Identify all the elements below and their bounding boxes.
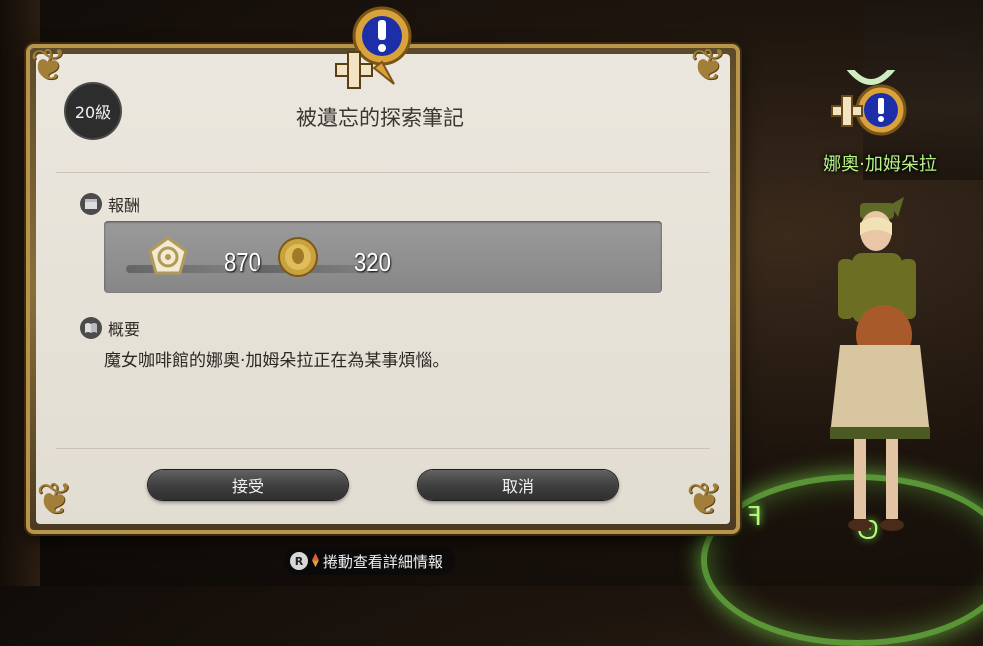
cancel-button[interactable]: 取消 xyxy=(418,470,618,500)
reward-gil[interactable]: 320 xyxy=(256,235,391,279)
gil-coin-icon xyxy=(278,237,318,277)
summary-heading: 概要 xyxy=(108,320,141,339)
frame-ornament-bottom-right: ❦ xyxy=(686,474,723,525)
summary-section-header: 概要 xyxy=(80,316,140,340)
frame-ornament-top-left: ❦ xyxy=(30,40,67,91)
divider xyxy=(56,172,710,173)
quest-level-badge: 20級 xyxy=(66,84,120,138)
rewards-panel: 870 320 xyxy=(104,221,662,293)
up-down-arrows-icon: ▲ ▼ xyxy=(312,552,319,569)
frame-ornament-bottom-left: ❦ xyxy=(36,474,73,525)
npc-character[interactable] xyxy=(820,195,940,535)
reward-gil-value: 320 xyxy=(354,247,391,277)
reward-experience[interactable]: 870 xyxy=(126,235,261,279)
new-quest-icon xyxy=(335,6,412,89)
rewards-section-header: 報酬 xyxy=(80,192,140,216)
frame-ornament-top-right: ❦ xyxy=(690,40,727,91)
quest-title: 被遺忘的探索筆記 xyxy=(296,106,464,130)
book-icon xyxy=(80,317,102,339)
accept-button[interactable]: 接受 xyxy=(148,470,348,500)
divider xyxy=(56,448,710,449)
experience-emblem-icon xyxy=(148,236,188,275)
scroll-hint-text: 捲動查看詳細情報 xyxy=(322,552,443,571)
npc-quest-marker-icon xyxy=(831,70,907,136)
quest-summary-text: 魔女咖啡館的娜奧·加姆朵拉正在為某事煩惱。 xyxy=(104,351,450,371)
npc-name-label: 娜奧·加姆朵拉 xyxy=(823,154,937,175)
reward-chest-icon xyxy=(80,193,102,215)
rewards-heading: 報酬 xyxy=(108,196,141,215)
scroll-hint: R ▲ ▼ 捲動查看詳細情報 xyxy=(284,547,455,575)
right-stick-button-icon: R xyxy=(290,552,308,570)
